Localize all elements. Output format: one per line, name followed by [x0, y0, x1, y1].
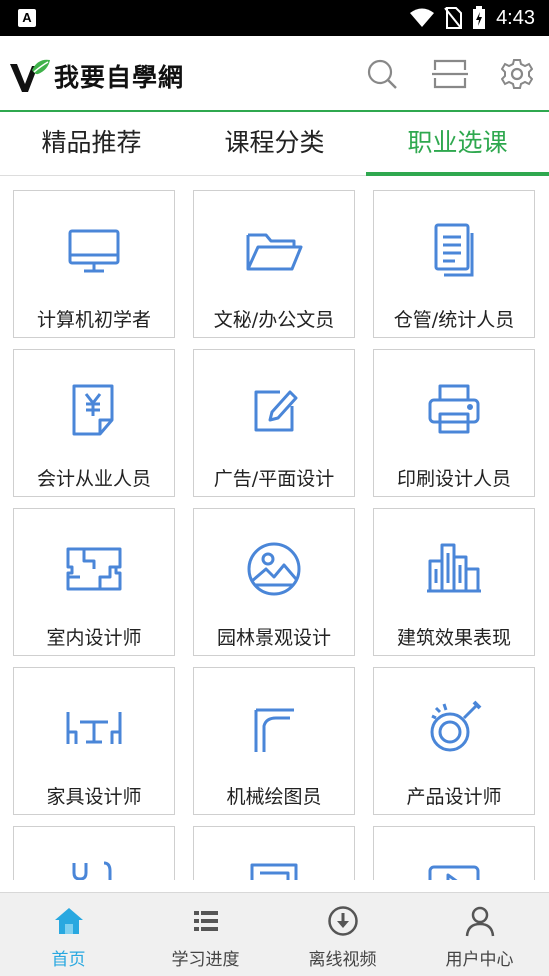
grid-item-label: 园林景观设计	[216, 627, 331, 649]
grid-item-label: 文秘/办公文员	[213, 309, 335, 331]
grid-item-label: 仓管/统计人员	[393, 309, 515, 331]
logo-mark-icon	[10, 59, 50, 92]
status-bar: A 4:43	[0, 0, 549, 36]
nav-label: 用户中心	[445, 950, 514, 970]
app-notification-icon: A	[18, 9, 36, 27]
grid-item-label: 广告/平面设计	[213, 468, 335, 490]
nav-home[interactable]: 首页	[0, 893, 137, 976]
logo-text: 我要自學網	[54, 63, 185, 92]
grid-item-label: 印刷设计人员	[396, 468, 511, 490]
video-icon	[428, 865, 480, 880]
grid-item-label: 室内设计师	[46, 627, 142, 649]
table-chairs-icon	[66, 712, 122, 744]
folder-icon	[246, 233, 303, 271]
grid-item-tools[interactable]	[13, 826, 175, 880]
grid-item-product-design[interactable]: 产品设计师	[373, 667, 535, 815]
settings-icon[interactable]	[501, 58, 533, 90]
status-indicators: 4:43	[410, 0, 535, 36]
career-course-grid: 计算机初学者 文秘/办公文员 仓管/统计人员 会计从业人员 广告/平面设计 印刷…	[0, 177, 549, 880]
wifi-icon	[410, 8, 435, 27]
grid-item-computer-beginner[interactable]: 计算机初学者	[13, 190, 175, 338]
grid-item-accounting[interactable]: 会计从业人员	[13, 349, 175, 497]
grid-item-interior-design[interactable]: 室内设计师	[13, 508, 175, 656]
grid-item-architectural-rendering[interactable]: 建筑效果表现	[373, 508, 535, 656]
grid-item-label: 计算机初学者	[36, 309, 151, 331]
bottom-navigation: 首页 学习进度 离线视频 用户中心	[0, 892, 549, 976]
search-icon[interactable]	[366, 58, 398, 90]
tab-course-categories[interactable]: 课程分类	[183, 112, 366, 175]
nav-learning-progress[interactable]: 学习进度	[137, 893, 274, 976]
user-icon	[465, 906, 494, 937]
app-header: 我要自學網	[0, 36, 549, 112]
monitor-icon	[68, 229, 120, 273]
frame-icon	[250, 863, 298, 880]
yuan-receipt-icon	[72, 384, 114, 436]
buildings-icon	[427, 543, 481, 593]
nav-offline-video[interactable]: 离线视频	[274, 893, 411, 976]
floorplan-icon	[66, 547, 122, 591]
grid-item-label: 机械绘图员	[226, 786, 322, 808]
grid-item-label: 建筑效果表现	[396, 627, 511, 649]
tab-featured[interactable]: 精品推荐	[0, 112, 183, 175]
grid-item-graphic-design[interactable]: 广告/平面设计	[193, 349, 355, 497]
grid-item-video[interactable]	[373, 826, 535, 880]
drafting-ruler-icon	[254, 708, 294, 752]
grid-item-label: 会计从业人员	[36, 468, 151, 490]
grid-item-office-clerk[interactable]: 文秘/办公文员	[193, 190, 355, 338]
category-tabs: 精品推荐 课程分类 职业选课	[0, 112, 549, 176]
edit-icon	[254, 390, 298, 432]
download-icon	[327, 906, 358, 936]
scan-icon[interactable]	[432, 58, 468, 90]
status-time: 4:43	[496, 6, 535, 29]
battery-charging-icon	[473, 6, 486, 29]
grid-item-print-design[interactable]: 印刷设计人员	[373, 349, 535, 497]
tools-icon	[72, 861, 112, 880]
nav-label: 首页	[51, 950, 86, 970]
landscape-icon	[247, 542, 301, 596]
grid-item-label: 产品设计师	[406, 786, 502, 808]
document-icon	[434, 223, 474, 277]
list-icon	[193, 911, 218, 931]
grid-item-label: 家具设计师	[46, 786, 142, 808]
home-icon	[54, 908, 83, 934]
grid-item-warehouse-statistics[interactable]: 仓管/统计人员	[373, 190, 535, 338]
grid-item-mechanical-drafting[interactable]: 机械绘图员	[193, 667, 355, 815]
printer-icon	[428, 384, 480, 434]
no-sim-icon	[444, 7, 463, 29]
nav-label: 学习进度	[171, 950, 240, 970]
nav-label: 离线视频	[308, 950, 377, 970]
product-design-icon	[430, 700, 482, 752]
grid-item-frame[interactable]	[193, 826, 355, 880]
app-logo: 我要自學網	[8, 54, 184, 98]
nav-user-center[interactable]: 用户中心	[411, 893, 548, 976]
tab-career-courses[interactable]: 职业选课	[366, 112, 549, 176]
grid-item-landscape-design[interactable]: 园林景观设计	[193, 508, 355, 656]
grid-item-furniture-design[interactable]: 家具设计师	[13, 667, 175, 815]
